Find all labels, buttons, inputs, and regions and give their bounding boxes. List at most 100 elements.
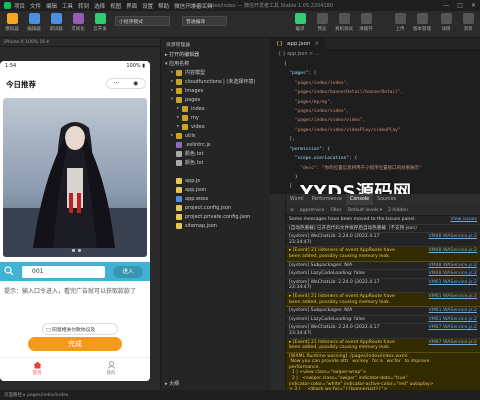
file-tree-item[interactable]: ▸ images: [161, 86, 270, 95]
open-editors-section[interactable]: ▸ 打开的编辑器: [161, 50, 270, 59]
code-line[interactable]: "pages/index/video/videoPlay/videoPlay": [270, 128, 480, 137]
levels-select[interactable]: Default levels ▾: [348, 208, 383, 213]
source-link[interactable]: VM48 WAService.js:2: [429, 263, 477, 269]
done-button[interactable]: 完成: [28, 337, 122, 351]
menu-item[interactable]: 文件: [30, 2, 41, 10]
code-line[interactable]: "pages": [: [270, 71, 480, 80]
capsule-menu[interactable]: ··· ◉: [106, 78, 146, 89]
file-tree-item[interactable]: 颜色.txt: [161, 158, 270, 167]
compile-select[interactable]: 普通编译: [182, 16, 227, 26]
upload-button[interactable]: 上传: [390, 13, 410, 32]
file-tree-item[interactable]: project.private.config.json: [161, 212, 270, 221]
source-link[interactable]: VM48 WAService.js:2: [429, 234, 477, 240]
tab-my[interactable]: 我的: [96, 361, 126, 376]
clear-console-icon[interactable]: ⊘: [290, 208, 294, 213]
devtools-tab[interactable]: Console: [346, 194, 374, 205]
source-link[interactable]: VM48 WAService.js:2: [429, 248, 477, 254]
source-link[interactable]: VM87 WAService.js:2: [429, 340, 477, 346]
menu-item[interactable]: 编辑: [46, 2, 57, 10]
close-mini-icon[interactable]: ◉: [133, 80, 138, 87]
code-line[interactable]: "pages/my/my",: [270, 100, 480, 109]
filter-input[interactable]: Filter: [330, 208, 341, 213]
code-lines[interactable]: { "pages": [ "pages/index/index", "pages…: [270, 62, 480, 193]
source-link[interactable]: VM61 WAService.js:2: [429, 280, 477, 286]
menu-item[interactable]: 设置: [142, 2, 153, 10]
details-button[interactable]: 详情: [436, 13, 456, 32]
menu-item[interactable]: 帮助: [158, 2, 169, 10]
source-link[interactable]: VM61 WAService.js:2: [429, 317, 477, 323]
source-link[interactable]: VM61 WAService.js:2: [429, 308, 477, 314]
menu-item[interactable]: 视图: [110, 2, 121, 10]
file-tree-item[interactable]: ▸ my: [161, 113, 270, 122]
enter-button[interactable]: 进入: [113, 266, 143, 278]
maximize-icon[interactable]: □: [457, 2, 463, 9]
agreement-checkbox[interactable]: □ 同意相关付款协议及: [42, 323, 118, 335]
file-tree-item[interactable]: app.wxss: [161, 194, 270, 203]
file-tree-item[interactable]: [161, 167, 270, 176]
file-tree-item[interactable]: ▾ pages: [161, 95, 270, 104]
debugger-toggle-button[interactable]: 调试器: [46, 13, 66, 32]
file-tree-item[interactable]: sitemap.json: [161, 221, 270, 230]
file-tree-item[interactable]: app.json: [161, 185, 270, 194]
simulator-toggle-button[interactable]: 模拟器: [2, 13, 22, 32]
editor-toggle-button[interactable]: 编辑器: [24, 13, 44, 32]
code-line[interactable]: "pages/index/index",: [270, 81, 480, 90]
menu-item[interactable]: 界面: [126, 2, 137, 10]
devtools-tab[interactable]: Wxml: [286, 194, 308, 205]
code-line[interactable]: "desc": "你的位置信息将用于小程序位置接口的效果展示": [270, 165, 480, 174]
more-icon[interactable]: ···: [114, 80, 120, 87]
device-select[interactable]: iPhone X 100% 16 ▾: [0, 38, 160, 47]
banner-swiper[interactable]: [3, 98, 147, 257]
file-tree-item[interactable]: 颜色.txt: [161, 149, 270, 158]
code-line[interactable]: "pages/index/bannerDetail/bannerDetail",: [270, 90, 480, 99]
devtools-tab[interactable]: Performance: [308, 194, 346, 205]
project-section[interactable]: ▾ 应用名称: [161, 59, 270, 68]
remote-debug-button[interactable]: 真机调试: [334, 13, 354, 32]
close-tab-icon[interactable]: ×: [314, 41, 319, 47]
outline-section[interactable]: ▸ 大纲: [161, 379, 179, 388]
indicator-dot[interactable]: [66, 249, 69, 252]
code-line[interactable]: ],: [270, 137, 480, 146]
file-tree-item[interactable]: ▸ video: [161, 122, 270, 131]
minimize-icon[interactable]: —: [443, 2, 449, 9]
file-tree-item[interactable]: ▸ 内容模型: [161, 68, 270, 77]
indicator-dot[interactable]: [78, 249, 81, 252]
source-link[interactable]: VM87 WAService.js:2: [429, 325, 477, 331]
close-icon[interactable]: ✕: [471, 2, 476, 9]
cloud-dev-button[interactable]: 云开发: [90, 13, 110, 32]
code-line[interactable]: {: [270, 62, 480, 71]
code-line[interactable]: "pages/index/video",: [270, 109, 480, 118]
file-tree-item[interactable]: .eslintrc.js: [161, 140, 270, 149]
menu-item[interactable]: 项目: [14, 2, 25, 10]
menu-item[interactable]: 选择: [94, 2, 105, 10]
visual-toggle-button[interactable]: 可视化: [68, 13, 88, 32]
context-select[interactable]: appservice: [300, 208, 325, 213]
preview-button[interactable]: 预览: [312, 13, 332, 32]
source-link[interactable]: View issues: [450, 217, 477, 223]
clear-cache-button[interactable]: 清缓存: [356, 13, 376, 32]
file-tree-item[interactable]: project.config.json: [161, 203, 270, 212]
version-button[interactable]: 版本管理: [412, 13, 432, 32]
file-tree-item[interactable]: ▸ index: [161, 104, 270, 113]
mode-select[interactable]: 小程序模式: [115, 16, 170, 26]
tab-app-json[interactable]: {} app.json ×: [270, 37, 325, 50]
devtools-tab[interactable]: Sources: [373, 194, 400, 205]
code-line[interactable]: "pages/index/video/video",: [270, 118, 480, 127]
swiper-indicator[interactable]: [66, 249, 81, 252]
code-line[interactable]: "scope.userLocation": {: [270, 156, 480, 165]
messages-button[interactable]: 消息: [458, 13, 478, 32]
folder-icon: [182, 123, 188, 130]
file-tree-item[interactable]: ▸ utils: [161, 131, 270, 140]
menu-item[interactable]: 转到: [78, 2, 89, 10]
compile-button[interactable]: 编译: [290, 13, 310, 32]
source-link[interactable]: VM48 WAService.js:2: [429, 271, 477, 277]
menu-item[interactable]: 工具: [62, 2, 73, 10]
code-line[interactable]: "permission": {: [270, 147, 480, 156]
indicator-dot[interactable]: [72, 249, 75, 252]
console-text: ▸ [Event] 21 listeners of event AppRoute…: [289, 339, 395, 351]
file-tree-item[interactable]: app.js: [161, 176, 270, 185]
code-input[interactable]: 001: [22, 266, 105, 278]
source-link[interactable]: VM61 WAService.js:2: [429, 294, 477, 300]
file-tree-item[interactable]: ▸ cloudfunctions | (未选择环境): [161, 77, 270, 86]
tab-home[interactable]: 首页: [22, 361, 52, 376]
